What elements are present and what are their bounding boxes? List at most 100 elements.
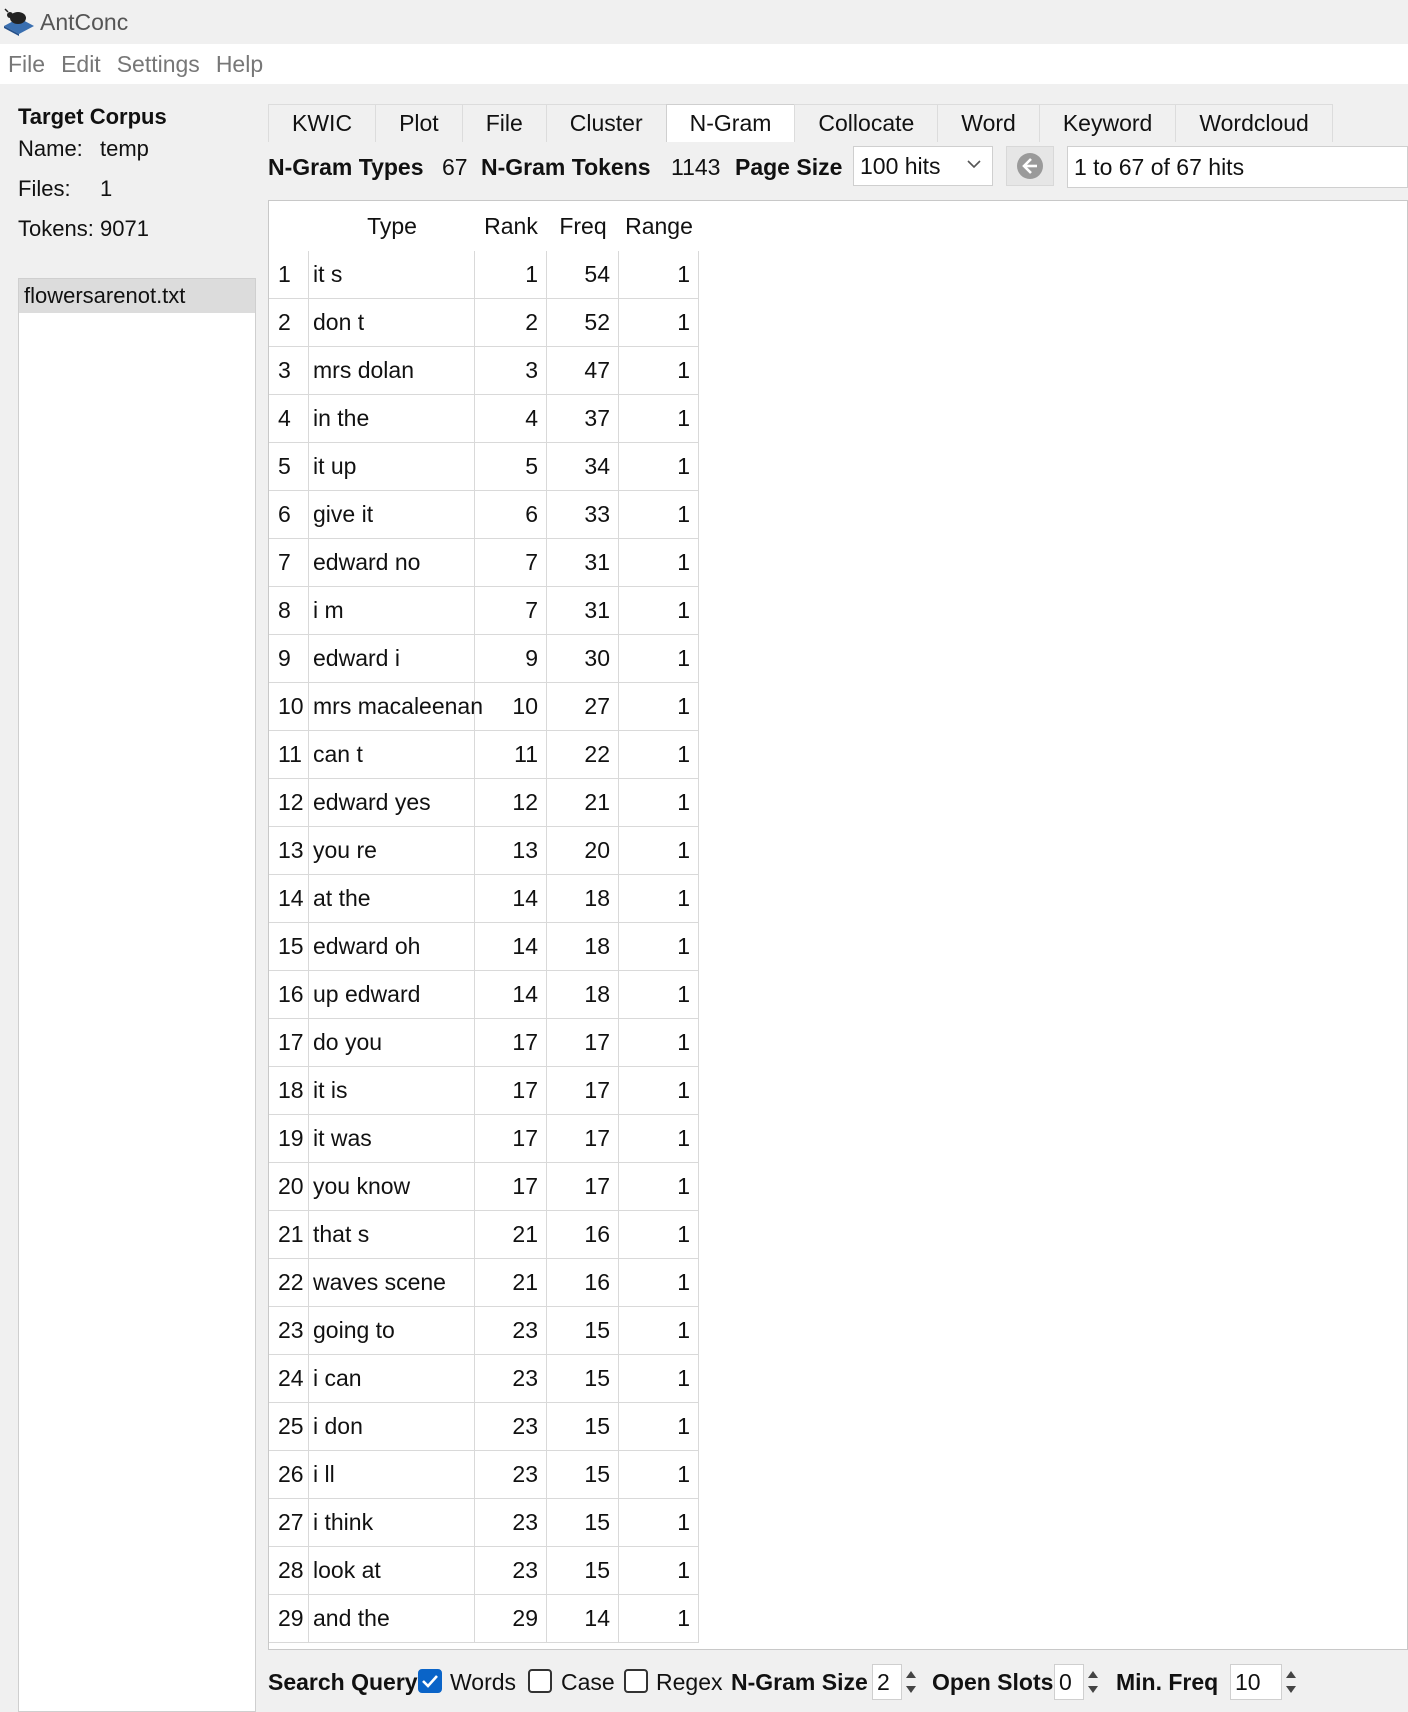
- back-button[interactable]: [1006, 146, 1054, 186]
- ngram-rank-cell[interactable]: 23: [475, 1403, 547, 1451]
- min-freq-spinner[interactable]: 10: [1230, 1664, 1282, 1700]
- file-list-item[interactable]: flowersarenot.txt: [19, 279, 255, 313]
- menu-edit[interactable]: Edit: [61, 51, 101, 78]
- ngram-rank-cell[interactable]: 21: [475, 1259, 547, 1307]
- ngram-freq-cell[interactable]: 16: [547, 1259, 619, 1307]
- tab-ngram[interactable]: N-Gram: [665, 104, 796, 142]
- ngram-type-cell[interactable]: you re: [309, 827, 475, 875]
- ngram-freq-cell[interactable]: 15: [547, 1307, 619, 1355]
- ngram-range-cell[interactable]: 1: [619, 1163, 699, 1211]
- ngram-rank-cell[interactable]: 23: [475, 1355, 547, 1403]
- ngram-rank-cell[interactable]: 14: [475, 923, 547, 971]
- ngram-rank-cell[interactable]: 6: [475, 491, 547, 539]
- corpus-file-list[interactable]: flowersarenot.txt: [18, 278, 256, 1712]
- ngram-range-cell[interactable]: 1: [619, 923, 699, 971]
- tab-plot[interactable]: Plot: [375, 104, 463, 142]
- ngram-type-cell[interactable]: do you: [309, 1019, 475, 1067]
- ngram-rank-cell[interactable]: 1: [475, 251, 547, 299]
- ngram-rank-cell[interactable]: 23: [475, 1547, 547, 1595]
- tab-word[interactable]: Word: [937, 104, 1040, 142]
- ngram-freq-cell[interactable]: 47: [547, 347, 619, 395]
- spinner-arrows-icon[interactable]: [1086, 1665, 1100, 1699]
- column-header-type[interactable]: Type: [309, 201, 475, 251]
- ngram-range-cell[interactable]: 1: [619, 251, 699, 299]
- column-header-range[interactable]: Range: [619, 201, 699, 251]
- ngram-range-cell[interactable]: 1: [619, 683, 699, 731]
- ngram-type-cell[interactable]: you know: [309, 1163, 475, 1211]
- ngram-freq-cell[interactable]: 27: [547, 683, 619, 731]
- ngram-range-cell[interactable]: 1: [619, 395, 699, 443]
- ngram-type-cell[interactable]: in the: [309, 395, 475, 443]
- ngram-type-cell[interactable]: it up: [309, 443, 475, 491]
- ngram-range-cell[interactable]: 1: [619, 491, 699, 539]
- ngram-freq-cell[interactable]: 15: [547, 1355, 619, 1403]
- ngram-rank-cell[interactable]: 11: [475, 731, 547, 779]
- ngram-range-cell[interactable]: 1: [619, 443, 699, 491]
- ngram-range-cell[interactable]: 1: [619, 1307, 699, 1355]
- words-checkbox[interactable]: [418, 1669, 442, 1693]
- ngram-rank-cell[interactable]: 3: [475, 347, 547, 395]
- ngram-type-cell[interactable]: waves scene: [309, 1259, 475, 1307]
- tab-wordcloud[interactable]: Wordcloud: [1175, 104, 1333, 142]
- ngram-freq-cell[interactable]: 17: [547, 1067, 619, 1115]
- ngram-type-cell[interactable]: up edward: [309, 971, 475, 1019]
- ngram-freq-cell[interactable]: 15: [547, 1403, 619, 1451]
- ngram-freq-cell[interactable]: 18: [547, 971, 619, 1019]
- ngram-type-cell[interactable]: give it: [309, 491, 475, 539]
- ngram-range-cell[interactable]: 1: [619, 1451, 699, 1499]
- case-checkbox[interactable]: [528, 1669, 552, 1693]
- ngram-freq-cell[interactable]: 17: [547, 1019, 619, 1067]
- open-slots-spinner[interactable]: 0: [1054, 1664, 1084, 1700]
- ngram-freq-cell[interactable]: 52: [547, 299, 619, 347]
- ngram-freq-cell[interactable]: 21: [547, 779, 619, 827]
- ngram-rank-cell[interactable]: 17: [475, 1163, 547, 1211]
- tab-file[interactable]: File: [461, 104, 547, 142]
- ngram-range-cell[interactable]: 1: [619, 779, 699, 827]
- ngram-type-cell[interactable]: it s: [309, 251, 475, 299]
- ngram-freq-cell[interactable]: 15: [547, 1451, 619, 1499]
- ngram-type-cell[interactable]: it was: [309, 1115, 475, 1163]
- ngram-type-cell[interactable]: it is: [309, 1067, 475, 1115]
- ngram-rank-cell[interactable]: 5: [475, 443, 547, 491]
- tab-keyword[interactable]: Keyword: [1038, 104, 1177, 142]
- ngram-type-cell[interactable]: mrs dolan: [309, 347, 475, 395]
- tab-kwic[interactable]: KWIC: [268, 104, 377, 142]
- ngram-type-cell[interactable]: look at: [309, 1547, 475, 1595]
- ngram-rank-cell[interactable]: 4: [475, 395, 547, 443]
- ngram-range-cell[interactable]: 1: [619, 635, 699, 683]
- ngram-type-cell[interactable]: i ll: [309, 1451, 475, 1499]
- ngram-range-cell[interactable]: 1: [619, 1019, 699, 1067]
- results-table[interactable]: Type Rank Freq Range 1 it s 1 54 1 2 don t 2 52 1…: [268, 200, 1408, 1650]
- ngram-range-cell[interactable]: 1: [619, 1403, 699, 1451]
- ngram-rank-cell[interactable]: 17: [475, 1067, 547, 1115]
- spinner-arrows-icon[interactable]: [1284, 1665, 1298, 1699]
- ngram-type-cell[interactable]: that s: [309, 1211, 475, 1259]
- regex-checkbox[interactable]: [624, 1669, 648, 1693]
- column-header-rank[interactable]: Rank: [475, 201, 547, 251]
- ngram-range-cell[interactable]: 1: [619, 299, 699, 347]
- ngram-freq-cell[interactable]: 31: [547, 587, 619, 635]
- ngram-rank-cell[interactable]: 13: [475, 827, 547, 875]
- ngram-freq-cell[interactable]: 17: [547, 1115, 619, 1163]
- ngram-freq-cell[interactable]: 14: [547, 1595, 619, 1643]
- ngram-range-cell[interactable]: 1: [619, 875, 699, 923]
- ngram-freq-cell[interactable]: 15: [547, 1547, 619, 1595]
- ngram-freq-cell[interactable]: 15: [547, 1499, 619, 1547]
- ngram-type-cell[interactable]: i don: [309, 1403, 475, 1451]
- spinner-arrows-icon[interactable]: [904, 1665, 918, 1699]
- ngram-type-cell[interactable]: at the: [309, 875, 475, 923]
- menu-help[interactable]: Help: [216, 51, 263, 78]
- ngram-size-spinner[interactable]: 2: [872, 1664, 902, 1700]
- menu-settings[interactable]: Settings: [117, 51, 200, 78]
- ngram-rank-cell[interactable]: 12: [475, 779, 547, 827]
- ngram-range-cell[interactable]: 1: [619, 1211, 699, 1259]
- ngram-type-cell[interactable]: edward yes: [309, 779, 475, 827]
- ngram-freq-cell[interactable]: 34: [547, 443, 619, 491]
- ngram-type-cell[interactable]: edward oh: [309, 923, 475, 971]
- column-header-freq[interactable]: Freq: [547, 201, 619, 251]
- ngram-rank-cell[interactable]: 21: [475, 1211, 547, 1259]
- ngram-type-cell[interactable]: mrs macaleenan: [309, 683, 483, 731]
- ngram-rank-cell[interactable]: 2: [475, 299, 547, 347]
- ngram-freq-cell[interactable]: 31: [547, 539, 619, 587]
- ngram-freq-cell[interactable]: 18: [547, 923, 619, 971]
